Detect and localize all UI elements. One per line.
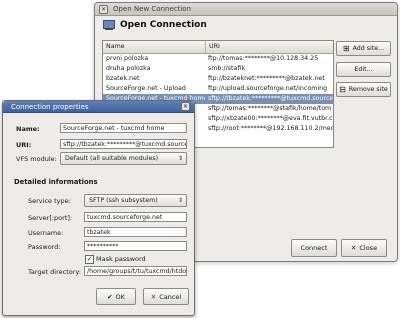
item-uri: sftp://tbzatek:*********@tuxcmd.sourcef — [208, 95, 333, 102]
service-type-label: Service type: — [28, 197, 71, 205]
titlebar: ✕ Open New Connection — [95, 3, 397, 16]
column-header-name[interactable]: Name — [103, 41, 206, 53]
service-type-value: SFTP (ssh subsystem) — [89, 197, 158, 204]
list-item[interactable]: druha polozka smb://stafik — [103, 64, 333, 74]
chevron-updown-icon: ⇕ — [177, 197, 183, 204]
name-field[interactable]: SourceForge.net - tuxcmd home — [60, 123, 187, 133]
item-uri: sftp://xbzate00:********@eva.fit.vutbr.c… — [208, 115, 333, 122]
remove-icon: ⊟ — [339, 84, 346, 94]
mask-password-checkbox[interactable]: ✓ — [85, 255, 94, 264]
column-header-uri[interactable]: URI — [206, 41, 333, 53]
edit-label: Edit... — [354, 66, 373, 73]
close-button[interactable]: ✕ Close — [341, 239, 387, 257]
add-icon: ⊞ — [342, 43, 350, 53]
vfs-module-label: VFS module: — [16, 155, 57, 163]
list-item[interactable]: prvni polozka ftp://tomas:********@10.128… — [103, 54, 333, 64]
cancel-button[interactable]: ✕ Cancel — [143, 288, 189, 305]
window-title: Open New Connection — [113, 5, 192, 13]
connect-label: Connect — [300, 244, 328, 252]
item-name: SourceForge.net - Upload — [106, 85, 186, 92]
list-item[interactable]: bzatek.net ftp://bzateknet:*********@bzat… — [103, 74, 333, 84]
item-name: druha polozka — [106, 65, 151, 72]
server-label: Server[:port]: — [28, 214, 73, 222]
service-type-select[interactable]: SFTP (ssh subsystem) ⇕ — [84, 194, 187, 207]
username-field[interactable]: tbzatek — [84, 227, 187, 237]
list-header: Name URI — [103, 41, 333, 54]
uri-field[interactable]: sftp://tbzatek:*********@tuxcmd.sourcef — [60, 139, 187, 149]
network-computer-icon — [102, 19, 116, 31]
ok-button[interactable]: ✔ OK — [96, 288, 136, 305]
item-uri: ftp://upload.sourceforge.net/incoming — [208, 85, 328, 92]
edit-button[interactable]: Edit... — [336, 62, 391, 77]
item-name: bzatek.net — [106, 75, 140, 82]
remove-site-label: Remove site — [348, 86, 388, 93]
cancel-icon: ✕ — [150, 292, 157, 301]
password-field[interactable]: ********** — [84, 241, 187, 251]
dialog-titlebar: Connection properties ✕ — [3, 101, 194, 113]
cancel-label: Cancel — [159, 292, 182, 301]
item-uri: ftp://tomas:********@10.128.34.25 — [208, 55, 319, 62]
item-name: prvni polozka — [106, 55, 149, 62]
remove-site-button[interactable]: ⊟ Remove site — [336, 82, 391, 97]
close-icon[interactable]: ✕ — [181, 102, 190, 111]
close-x-icon: ✕ — [350, 244, 357, 252]
page-title: Open Connection — [120, 20, 207, 30]
uri-label: URI: — [16, 141, 32, 149]
ok-label: OK — [115, 292, 125, 301]
mask-password-label[interactable]: Mask password — [96, 255, 146, 263]
add-site-label: Add site... — [352, 45, 385, 52]
connect-button[interactable]: Connect — [291, 239, 337, 257]
close-icon[interactable]: ✕ — [99, 4, 108, 14]
ok-check-icon: ✔ — [107, 292, 113, 301]
username-label: Username: — [28, 229, 64, 237]
target-directory-label: Target directory: — [28, 268, 81, 276]
target-directory-field[interactable]: /home/groups/t/tu/tuxcmd/htdocs — [84, 266, 187, 276]
item-uri: ftp://bzateknet:*********@bzatek.net — [208, 75, 325, 82]
password-label: Password: — [28, 243, 61, 251]
server-field[interactable]: tuxcmd.sourceforge.net — [84, 212, 187, 222]
item-uri: smb://stafik — [208, 65, 245, 72]
list-item[interactable]: SourceForge.net - Upload ftp://upload.sou… — [103, 84, 333, 94]
dialog-title: Connection properties — [11, 102, 89, 111]
item-uri: sftp://root:********@192.168.110.2/med — [208, 125, 333, 132]
add-site-button[interactable]: ⊞ Add site... — [336, 41, 391, 56]
chevron-updown-icon: ⇕ — [177, 155, 183, 162]
header: Open Connection — [102, 19, 207, 31]
section-heading: Detailed informations — [14, 178, 98, 186]
close-label: Close — [359, 244, 378, 252]
vfs-module-value: Default (all suitable modules) — [65, 155, 159, 162]
vfs-module-select[interactable]: Default (all suitable modules) ⇕ — [60, 152, 187, 165]
name-label: Name: — [16, 125, 40, 133]
item-uri: sftp://tomas:********@stafik/home/tom — [208, 105, 332, 112]
